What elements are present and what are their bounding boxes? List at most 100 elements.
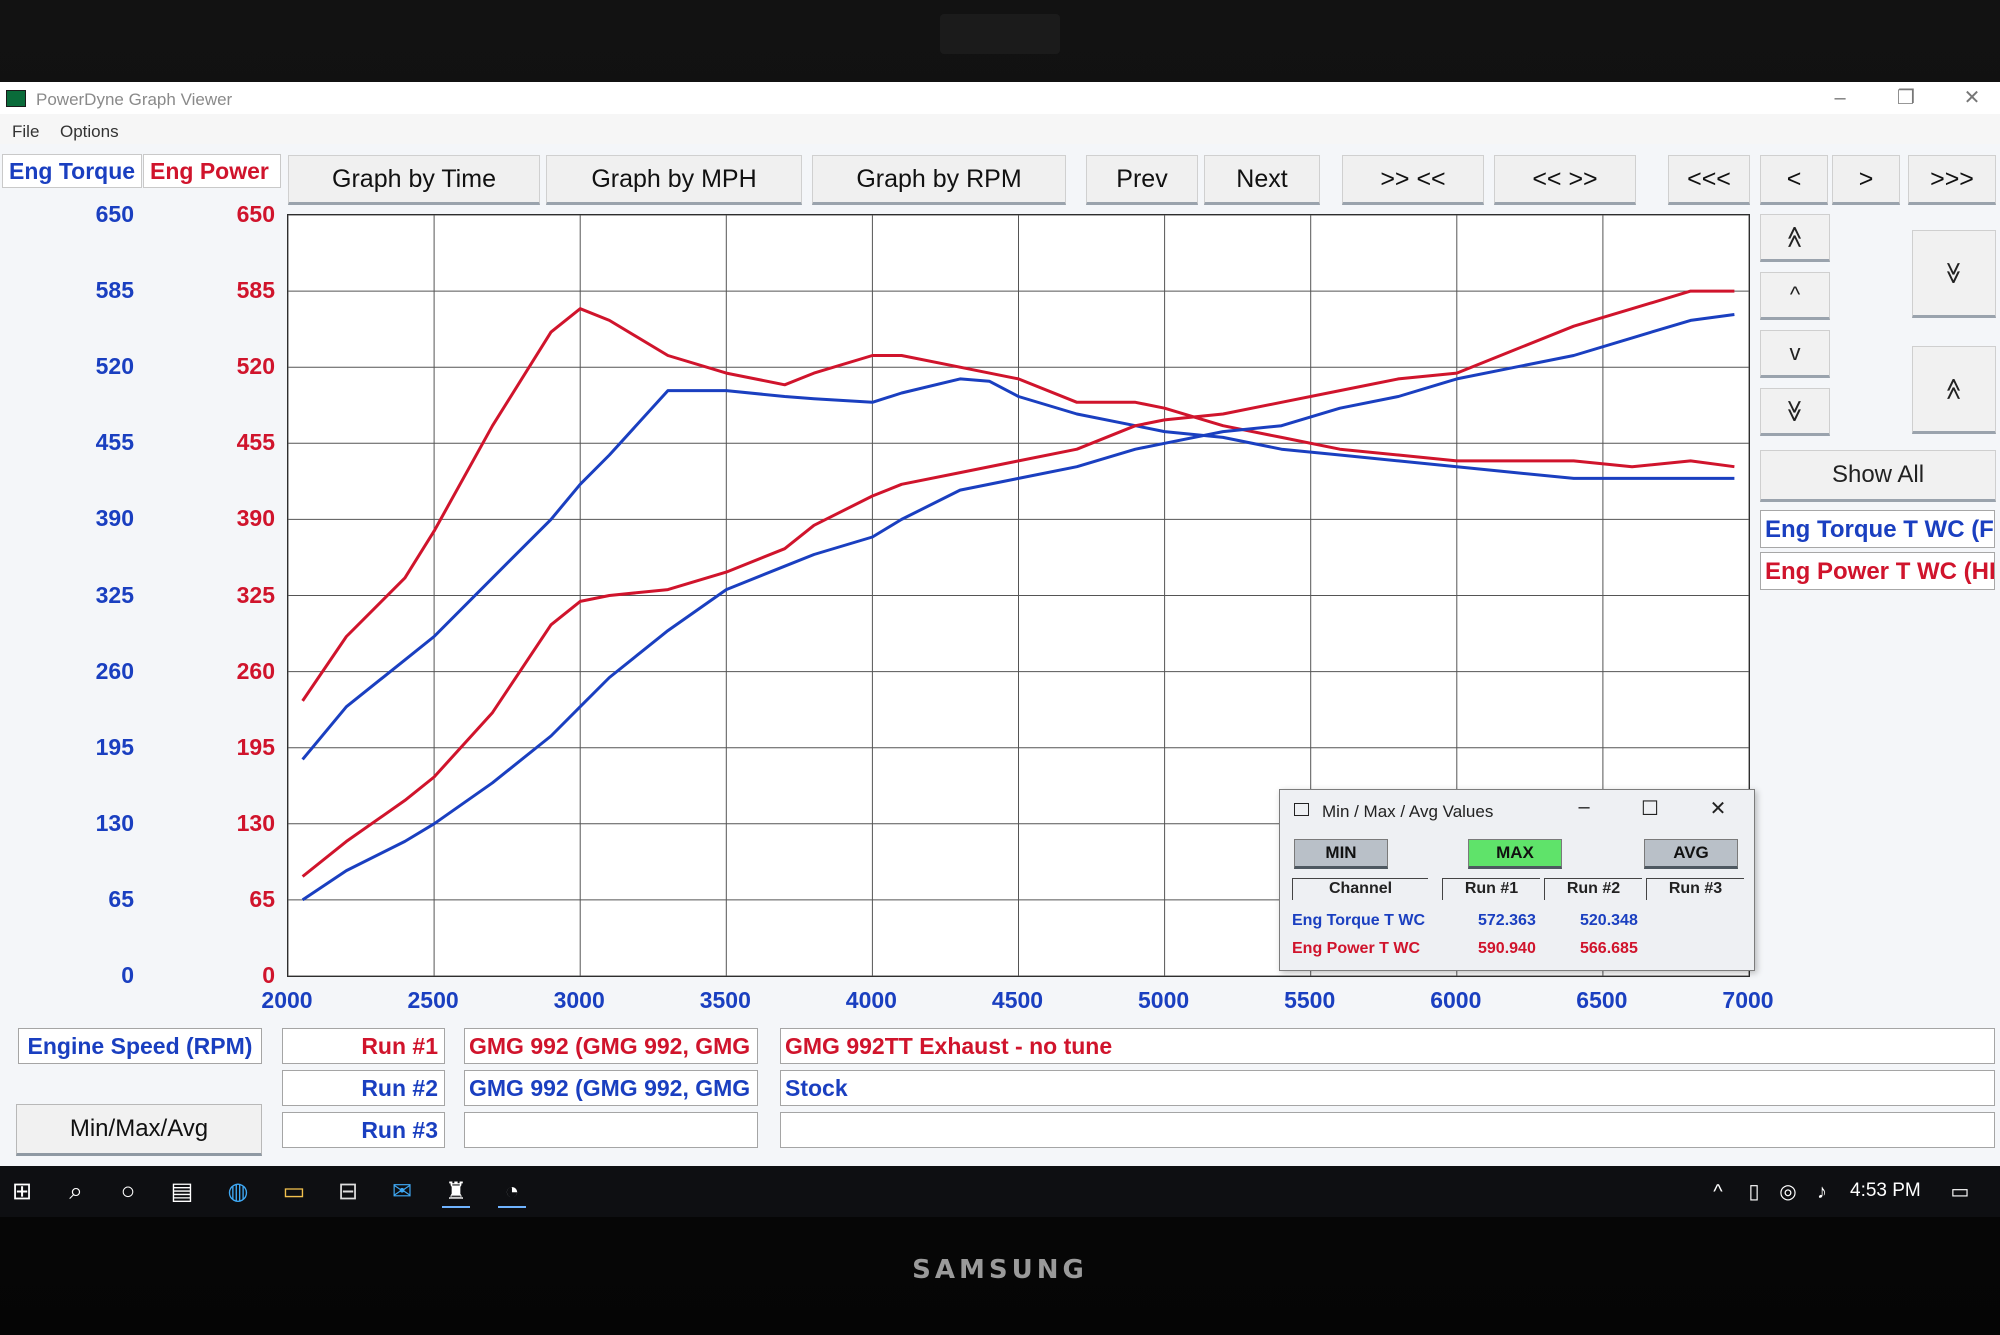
- next-button[interactable]: Next: [1204, 155, 1320, 205]
- legend-torque[interactable]: Eng Torque T WC (F: [1760, 510, 1995, 548]
- torque-y-tick: 260: [95, 657, 134, 684]
- scroll-back-button[interactable]: <: [1760, 155, 1828, 205]
- search-icon[interactable]: ⌕: [62, 1178, 90, 1206]
- power-y-tick: 520: [236, 353, 275, 380]
- min-max-avg-button[interactable]: Min/Max/Avg: [16, 1104, 262, 1156]
- taskbar: ⊞ ⌕ ○ ▤ ◍ ▭ ⊟ ✉ ♜ ◔ ^ ▯ ◎ ♪ 4:53 PM ▭: [0, 1166, 2000, 1217]
- zoom-y-in-button[interactable]: ≫: [1912, 230, 1996, 318]
- torque-y-tick: 520: [95, 353, 134, 380]
- header-run2: Run #2: [1544, 878, 1642, 900]
- x-tick-label: 7000: [1722, 987, 1774, 1013]
- menu-file[interactable]: File: [12, 122, 39, 142]
- row-power-run2: 566.685: [1580, 940, 1638, 957]
- window-title: PowerDyne Graph Viewer: [36, 90, 233, 109]
- cortana-icon[interactable]: ○: [114, 1178, 142, 1206]
- power-y-tick: 325: [236, 581, 275, 608]
- torque-y-tick: 325: [95, 581, 134, 608]
- x-tick-label: 4000: [845, 987, 897, 1013]
- torque-y-tick: 0: [121, 962, 134, 988]
- run1-label: Run #1: [282, 1028, 445, 1064]
- run2-note[interactable]: Stock: [780, 1070, 1995, 1106]
- x-tick-label: 6500: [1576, 987, 1628, 1013]
- torque-y-tick: 455: [95, 429, 134, 456]
- menu-options[interactable]: Options: [60, 122, 119, 142]
- power-y-tick: 195: [236, 733, 275, 760]
- run3-label: Run #3: [282, 1112, 445, 1148]
- chevrons-icon: ≫: [1941, 377, 1966, 401]
- dialog-maximize-button[interactable]: ☐: [1630, 796, 1670, 821]
- notification-icon[interactable]: ▭: [1946, 1178, 1974, 1206]
- double-chevron-up-icon: ≫: [1782, 225, 1807, 249]
- avg-button[interactable]: AVG: [1644, 839, 1738, 869]
- chevrons-icon: ≫: [1942, 261, 1967, 285]
- clock[interactable]: 4:53 PM: [1850, 1180, 1921, 1202]
- power-axis-header: Eng Power: [143, 154, 281, 188]
- scroll-first-button[interactable]: <<<: [1668, 155, 1750, 205]
- network-icon[interactable]: ◎: [1774, 1178, 1802, 1206]
- row-power-run1: 590.940: [1478, 940, 1536, 957]
- run3-note[interactable]: [780, 1112, 1995, 1148]
- header-channel: Channel: [1292, 878, 1428, 900]
- screen: PowerDyne Graph Viewer – ❐ ✕ File Option…: [0, 82, 2000, 1217]
- x-tick-label: 5000: [1138, 987, 1190, 1013]
- edge-browser-icon[interactable]: ◍: [224, 1178, 252, 1206]
- x-tick-label: 4500: [991, 987, 1044, 1013]
- expand-up-button[interactable]: ≫: [1760, 214, 1830, 262]
- file-explorer-icon[interactable]: ▭: [280, 1178, 308, 1206]
- min-max-avg-dialog: Min / Max / Avg Values – ☐ ✕ MIN MAX AVG…: [1279, 789, 1755, 971]
- row-torque-channel: Eng Torque T WC: [1292, 912, 1426, 929]
- header-run1: Run #1: [1442, 878, 1540, 900]
- graph-by-mph-button[interactable]: Graph by MPH: [546, 155, 802, 205]
- graph-by-rpm-button[interactable]: Graph by RPM: [812, 155, 1066, 205]
- chevron-up-icon[interactable]: ^: [1704, 1178, 1732, 1206]
- scroll-down-button[interactable]: v: [1760, 330, 1830, 378]
- task-view-icon[interactable]: ▤: [168, 1178, 196, 1206]
- store-icon[interactable]: ⊟: [334, 1178, 362, 1206]
- x-channel-label[interactable]: Engine Speed (RPM): [18, 1028, 262, 1064]
- dialog-icon: [1294, 803, 1309, 816]
- show-all-button[interactable]: Show All: [1760, 450, 1996, 502]
- scroll-forward-button[interactable]: >: [1832, 155, 1900, 205]
- minimize-button[interactable]: –: [1812, 84, 1868, 112]
- power-y-tick: 130: [236, 809, 275, 836]
- app-icon: [6, 90, 26, 107]
- max-button[interactable]: MAX: [1468, 839, 1562, 869]
- x-tick-label: 6000: [1430, 987, 1482, 1013]
- webcam: [940, 14, 1060, 54]
- zoom-y-out-button[interactable]: ≫: [1912, 346, 1996, 434]
- run2-label: Run #2: [282, 1070, 445, 1106]
- mail-icon[interactable]: ✉: [388, 1178, 416, 1206]
- torque-y-tick: 130: [95, 809, 134, 836]
- run3-vehicle[interactable]: [464, 1112, 758, 1148]
- x-tick-label: 2500: [407, 987, 459, 1013]
- expand-down-button[interactable]: ≫: [1760, 388, 1830, 436]
- torque-y-tick: 650: [95, 201, 134, 227]
- windows-start-icon[interactable]: ⊞: [8, 1178, 36, 1206]
- torque-y-tick: 65: [108, 885, 134, 912]
- volume-icon[interactable]: ♪: [1808, 1178, 1836, 1206]
- restore-button[interactable]: ❐: [1878, 84, 1934, 112]
- dyno-app-icon[interactable]: ♜: [442, 1178, 470, 1208]
- menu-bar: File Options: [0, 114, 2000, 144]
- close-button[interactable]: ✕: [1944, 84, 2000, 112]
- graph-by-time-button[interactable]: Graph by Time: [288, 155, 540, 205]
- dialog-minimize-button[interactable]: –: [1564, 796, 1604, 819]
- dialog-title: Min / Max / Avg Values: [1322, 802, 1494, 821]
- run1-vehicle[interactable]: GMG 992 (GMG 992, GMG: [464, 1028, 758, 1064]
- zoom-in-button[interactable]: >> <<: [1342, 155, 1484, 205]
- scroll-up-button[interactable]: ^: [1760, 272, 1830, 320]
- legend-power[interactable]: Eng Power T WC (HI: [1760, 552, 1995, 590]
- monitor-brand: SAMSUNG: [912, 1255, 1088, 1285]
- dialog-close-button[interactable]: ✕: [1698, 796, 1738, 821]
- run1-note[interactable]: GMG 992TT Exhaust - no tune: [780, 1028, 1995, 1064]
- scroll-last-button[interactable]: >>>: [1908, 155, 1996, 205]
- x-tick-label: 2000: [261, 987, 313, 1013]
- graph-viewer-app-icon[interactable]: ◔: [498, 1178, 526, 1208]
- zoom-out-button[interactable]: << >>: [1494, 155, 1636, 205]
- torque-axis-header: Eng Torque: [2, 154, 142, 188]
- min-button[interactable]: MIN: [1294, 839, 1388, 869]
- row-power-channel: Eng Power T WC: [1292, 940, 1420, 957]
- run2-vehicle[interactable]: GMG 992 (GMG 992, GMG: [464, 1070, 758, 1106]
- prev-button[interactable]: Prev: [1086, 155, 1198, 205]
- battery-icon[interactable]: ▯: [1740, 1178, 1768, 1206]
